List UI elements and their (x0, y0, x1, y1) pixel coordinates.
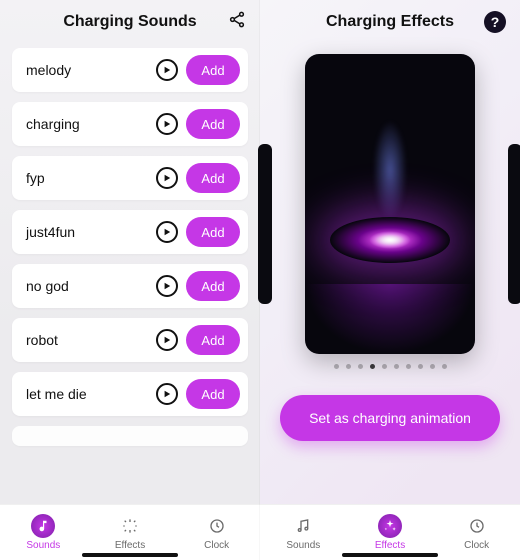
set-animation-button[interactable]: Set as charging animation (280, 395, 500, 441)
tab-sounds[interactable]: Sounds (260, 505, 347, 560)
tab-label: Sounds (286, 540, 320, 551)
page-title: Charging Effects (326, 13, 454, 31)
play-icon (163, 228, 171, 236)
sound-name: charging (26, 116, 156, 132)
play-button[interactable] (156, 329, 178, 351)
add-button[interactable]: Add (186, 379, 240, 409)
tab-label: Effects (115, 540, 145, 551)
play-button[interactable] (156, 59, 178, 81)
add-button[interactable]: Add (186, 55, 240, 85)
play-icon (163, 390, 171, 398)
help-button[interactable]: ? (484, 11, 506, 33)
sound-name: melody (26, 62, 156, 78)
sparkle-icon (378, 514, 402, 538)
play-icon (163, 66, 171, 74)
add-button[interactable]: Add (186, 217, 240, 247)
tab-effects[interactable]: Effects (87, 505, 174, 560)
prev-effect-peek[interactable] (258, 144, 272, 304)
effect-animation (305, 54, 475, 354)
effect-preview: Set as charging animation (260, 44, 520, 504)
sound-item: no god Add (12, 264, 248, 308)
page-title: Charging Sounds (63, 13, 196, 31)
tab-bar: Sounds Effects Clock (260, 504, 520, 560)
clock-icon (465, 514, 489, 538)
tab-label: Sounds (26, 540, 60, 551)
next-effect-peek[interactable] (508, 144, 520, 304)
sound-item: let me die Add (12, 372, 248, 416)
header: Charging Effects ? (260, 0, 520, 44)
play-button[interactable] (156, 275, 178, 297)
home-indicator[interactable] (342, 553, 438, 557)
play-button[interactable] (156, 221, 178, 243)
sound-item: fyp Add (12, 156, 248, 200)
sparkle-icon (118, 514, 142, 538)
play-icon (163, 282, 171, 290)
tab-label: Effects (375, 540, 405, 551)
sound-name: just4fun (26, 224, 156, 240)
sound-name: no god (26, 278, 156, 294)
play-icon (163, 174, 171, 182)
music-note-icon (31, 514, 55, 538)
sound-item: just4fun Add (12, 210, 248, 254)
tab-sounds[interactable]: Sounds (0, 505, 87, 560)
sound-item: robot Add (12, 318, 248, 362)
header: Charging Sounds (0, 0, 260, 44)
sound-item (12, 426, 248, 446)
screen-effects: Charging Effects ? (260, 0, 520, 560)
sound-name: fyp (26, 170, 156, 186)
music-note-icon (291, 514, 315, 538)
add-button[interactable]: Add (186, 325, 240, 355)
add-button[interactable]: Add (186, 163, 240, 193)
share-icon (228, 11, 246, 29)
play-button[interactable] (156, 167, 178, 189)
tab-label: Clock (204, 540, 229, 551)
effect-card[interactable] (305, 54, 475, 354)
tab-clock[interactable]: Clock (173, 505, 260, 560)
sound-item: melody Add (12, 48, 248, 92)
home-indicator[interactable] (82, 553, 178, 557)
add-button[interactable]: Add (186, 271, 240, 301)
play-button[interactable] (156, 383, 178, 405)
clock-icon (205, 514, 229, 538)
tab-clock[interactable]: Clock (433, 505, 520, 560)
play-button[interactable] (156, 113, 178, 135)
tab-effects[interactable]: Effects (347, 505, 434, 560)
add-button[interactable]: Add (186, 109, 240, 139)
share-button[interactable] (228, 11, 246, 34)
play-icon (163, 120, 171, 128)
sound-list: melody Add charging Add fyp Add just4fun… (0, 44, 260, 504)
tab-bar: Sounds Effects Clock (0, 504, 260, 560)
screen-sounds: Charging Sounds melody Add charging Add … (0, 0, 260, 560)
play-icon (163, 336, 171, 344)
sound-name: robot (26, 332, 156, 348)
help-icon: ? (491, 14, 500, 30)
tab-label: Clock (464, 540, 489, 551)
sound-name: let me die (26, 386, 156, 402)
sound-item: charging Add (12, 102, 248, 146)
